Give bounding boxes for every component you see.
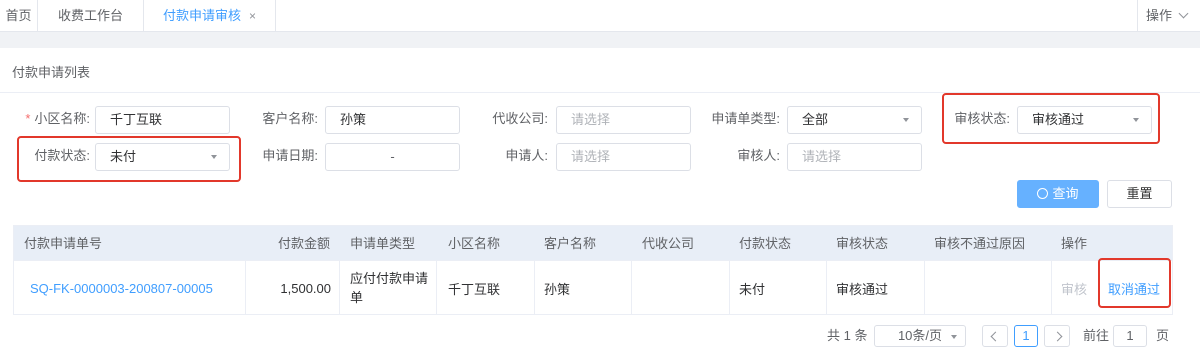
required-mark: *	[25, 111, 31, 126]
chevron-left-icon	[990, 331, 1000, 342]
agent-company-label: 代收公司:	[492, 111, 548, 126]
community-input[interactable]: 千丁互联	[95, 106, 230, 134]
col-pay-status: 付款状态	[739, 236, 792, 251]
apply-type-value: 全部	[802, 112, 829, 127]
cell-divider	[436, 261, 437, 315]
pay-status-cell: 未付	[739, 281, 766, 297]
tab-home[interactable]: 首页	[0, 0, 38, 32]
apply-type-select[interactable]: 全部	[787, 106, 922, 134]
col-community: 小区名称	[448, 236, 501, 251]
operations-label: 操作	[1146, 8, 1173, 23]
tab-billing-workbench-label: 收费工作台	[57, 8, 123, 23]
cell-divider	[1051, 261, 1052, 315]
customer-cell: 孙策	[544, 281, 571, 297]
cell-divider	[339, 261, 340, 315]
amount-cell: 1,500.00	[280, 280, 331, 296]
apply-type-label: 申请单类型:	[711, 111, 780, 126]
audit-action-button[interactable]: 审核	[1061, 261, 1087, 315]
search-icon	[1037, 188, 1049, 199]
audit-status-cell: 审核通过	[836, 281, 889, 297]
highlight-audit-status	[942, 93, 1160, 144]
agent-company-select[interactable]: 请选择	[556, 106, 691, 134]
cell-divider	[631, 261, 632, 315]
tab-billing-workbench[interactable]: 收费工作台	[38, 0, 144, 32]
cell-divider	[729, 261, 730, 315]
apply-date-label: 申请日期:	[262, 148, 318, 163]
close-icon[interactable]: ×	[249, 9, 256, 23]
query-button-label: 查询	[1052, 186, 1079, 201]
caret-down-icon	[951, 335, 957, 339]
operations-menu[interactable]: 操作	[1137, 0, 1200, 32]
applicant-select[interactable]: 请选择	[556, 143, 691, 171]
col-customer: 客户名称	[544, 236, 597, 251]
tab-bar: 首页 收费工作台 付款申请审核 × 操作	[0, 0, 1200, 32]
col-amount: 付款金额	[278, 236, 331, 251]
query-button[interactable]: 查询	[1017, 180, 1099, 208]
chevron-right-icon	[1052, 331, 1062, 342]
tab-payment-review[interactable]: 付款申请审核 ×	[144, 0, 276, 32]
highlight-pay-status	[17, 136, 241, 182]
col-reject-reason: 审核不通过原因	[934, 236, 1026, 251]
caret-down-icon	[903, 118, 909, 122]
col-audit-status: 审核状态	[836, 236, 889, 251]
apply-date-range-picker[interactable]: -	[325, 143, 460, 171]
col-agent-company: 代收公司	[642, 236, 695, 251]
reset-button[interactable]: 重置	[1107, 180, 1172, 208]
customer-input[interactable]: 孙策	[325, 106, 460, 134]
page-suffix: 页	[1156, 328, 1170, 343]
cell-divider	[534, 261, 535, 315]
customer-label: 客户名称:	[262, 111, 318, 126]
page-number-current[interactable]: 1	[1014, 325, 1038, 347]
col-request-no: 付款申请单号	[24, 236, 103, 251]
community-cell: 千丁互联	[448, 281, 501, 297]
auditor-select[interactable]: 请选择	[787, 143, 922, 171]
goto-page-input[interactable]: 1	[1113, 325, 1147, 347]
prev-page-button[interactable]	[982, 325, 1008, 347]
auditor-label: 审核人:	[737, 148, 780, 163]
cell-divider	[924, 261, 925, 315]
next-page-button[interactable]	[1044, 325, 1070, 347]
tab-home-label: 首页	[5, 8, 32, 23]
goto-label: 前往	[1083, 328, 1110, 343]
request-no-link[interactable]: SQ-FK-0000003-200807-00005	[30, 261, 240, 315]
request-type-cell: 应付付款申请单	[350, 271, 429, 305]
cell-divider	[826, 261, 827, 315]
table-header: 付款申请单号 付款金额 申请单类型 小区名称 客户名称 代收公司 付款状态 审核…	[13, 225, 1173, 261]
community-label: * 小区名称:	[20, 106, 90, 132]
table-row: SQ-FK-0000003-200807-00005 1,500.00 应付付款…	[13, 261, 1173, 315]
highlight-cancel-approval	[1098, 258, 1171, 308]
pagination-total: 共 1 条	[827, 328, 868, 343]
col-request-type: 申请单类型	[350, 236, 416, 251]
page-size-select[interactable]: 10条/页	[874, 325, 966, 347]
community-label-text: 小区名称:	[34, 111, 90, 126]
tab-payment-review-label: 付款申请审核	[162, 8, 241, 23]
page-size-value: 10条/页	[897, 328, 943, 343]
chevron-down-icon	[1178, 8, 1189, 19]
col-actions: 操作	[1061, 236, 1088, 251]
applicant-label: 申请人:	[505, 148, 548, 163]
card-title: 付款申请列表	[12, 65, 91, 80]
